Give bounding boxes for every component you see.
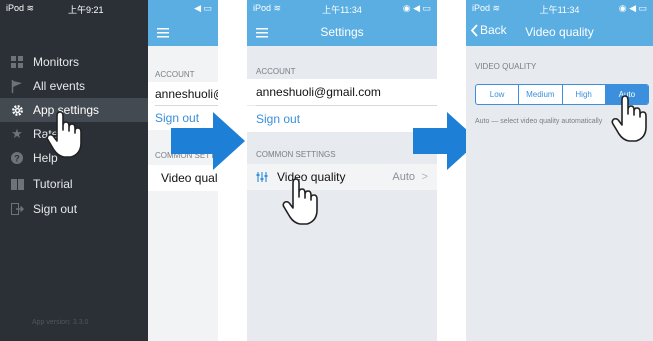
menu-item-tutorial[interactable]: Tutorial xyxy=(0,172,148,196)
option-low[interactable]: Low xyxy=(476,85,520,104)
chevron-right-icon: > xyxy=(421,171,428,183)
email-label: anneshuoli@gmail.com xyxy=(155,87,218,101)
video-quality-cell[interactable]: Video quality Auto > xyxy=(247,164,437,190)
grid-icon xyxy=(10,55,24,69)
clock-label: 上午9:21 xyxy=(68,5,104,15)
settings-screen-behind-menu: ◀ ▭ ACCOUNT anneshuoli@gmail.com Sign ou… xyxy=(148,0,218,341)
side-menu: iPod ≋ 上午9:21 Monitors All events App se… xyxy=(0,0,148,341)
option-high[interactable]: High xyxy=(563,85,606,104)
phone-screen-settings: iPod ≋ 上午11:34 ◉ ◀ ▭ Settings ACCOUNT an… xyxy=(247,0,437,341)
menu-item-label: All events xyxy=(33,79,86,93)
navbar: iPod ≋ 上午11:34 ◉ ◀ ▭ Back Video quality xyxy=(466,0,653,46)
menu-item-all-events[interactable]: All events xyxy=(0,74,148,98)
sliders-icon xyxy=(256,172,268,182)
menu-item-sign-out[interactable]: Sign out xyxy=(0,197,148,221)
section-header-account: ACCOUNT xyxy=(256,67,296,76)
email-label: anneshuoli@gmail.com xyxy=(256,85,381,99)
video-quality-value: Auto xyxy=(392,171,415,183)
arrow-right-icon xyxy=(171,112,245,170)
gear-icon xyxy=(10,103,24,117)
menu-item-label: Tutorial xyxy=(33,177,73,191)
menu-item-monitors[interactable]: Monitors xyxy=(0,50,148,74)
star-icon: ★ xyxy=(11,126,23,141)
phone-screen-side-menu: ◀ ▭ ACCOUNT anneshuoli@gmail.com Sign ou… xyxy=(0,0,218,341)
page-title: Video quality xyxy=(525,25,594,39)
page-title: Settings xyxy=(320,25,364,39)
help-icon: ? xyxy=(10,151,24,165)
sign-out-link[interactable]: Sign out xyxy=(256,112,300,126)
status-bar: iPod ≋ 上午9:21 xyxy=(0,0,148,18)
menu-item-label: Monitors xyxy=(33,55,80,69)
battery-icon: ◉ ◀ ▭ xyxy=(618,3,647,13)
section-header-video-quality: VIDEO QUALITY xyxy=(475,62,537,71)
status-bar: iPod ≋ 上午11:34 ◉ ◀ ▭ xyxy=(466,0,653,18)
tap-hand-icon xyxy=(46,111,82,158)
book-icon xyxy=(10,177,24,191)
phone-screen-video-quality: iPod ≋ 上午11:34 ◉ ◀ ▭ Back Video quality … xyxy=(466,0,653,341)
navbar: ◀ ▭ xyxy=(148,0,218,46)
battery-icon: ◉ ◀ ▭ xyxy=(402,3,431,13)
hamburger-icon[interactable] xyxy=(157,28,169,38)
email-cell: anneshuoli@gmail.com xyxy=(247,79,437,105)
option-medium[interactable]: Medium xyxy=(519,85,563,104)
menu-item-label: Sign out xyxy=(33,202,78,216)
sign-out-icon xyxy=(10,202,24,216)
tap-hand-icon xyxy=(282,178,318,225)
tap-hand-icon xyxy=(611,95,647,142)
section-header-account: ACCOUNT xyxy=(155,70,195,79)
navbar: iPod ≋ 上午11:34 ◉ ◀ ▭ Settings xyxy=(247,0,437,46)
video-quality-label: Video quality xyxy=(161,171,218,185)
video-quality-row: Video quality xyxy=(155,171,218,185)
status-icons: ◀ ▭ xyxy=(194,3,212,13)
carrier-label: iPod ≋ xyxy=(6,3,35,13)
flag-icon xyxy=(10,79,24,93)
section-header-common: COMMON SETTINGS xyxy=(256,150,336,159)
sign-out-cell[interactable]: Sign out xyxy=(247,106,437,132)
video-quality-description: Auto — select video quality automaticall… xyxy=(475,118,603,125)
separator xyxy=(155,105,218,106)
wifi-icon: ≋ xyxy=(26,3,35,13)
app-version-label: App version: 3.3.0 xyxy=(32,319,89,326)
svg-text:?: ? xyxy=(14,154,20,164)
status-bar: iPod ≋ 上午11:34 ◉ ◀ ▭ xyxy=(247,0,437,18)
